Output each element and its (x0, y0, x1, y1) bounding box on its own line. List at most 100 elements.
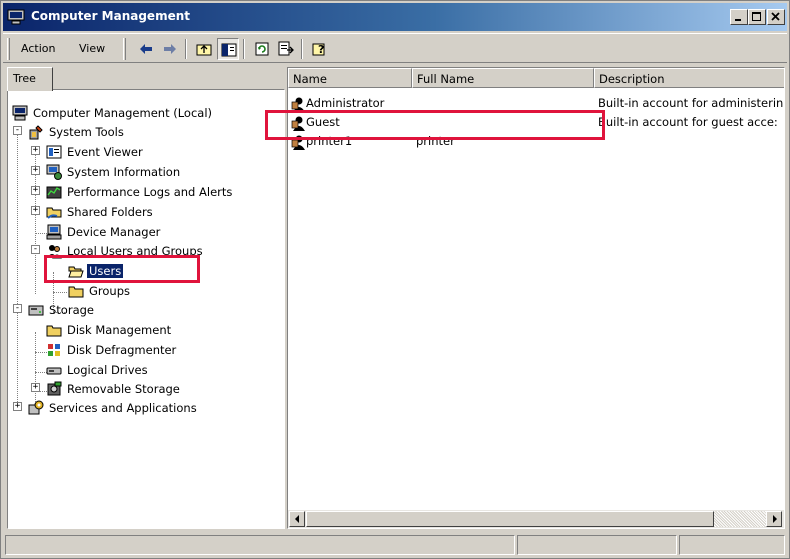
column-header-label: Full Name (417, 72, 475, 86)
export-list-icon (278, 41, 294, 56)
scroll-left-button[interactable] (289, 511, 305, 527)
folder-icon (46, 325, 62, 336)
status-bar (5, 535, 787, 555)
refresh-icon (255, 42, 269, 56)
tree-item-label: Services and Applications (49, 400, 197, 415)
tree-item-shared-folders[interactable]: Shared Folders (46, 202, 155, 220)
computer-icon (7, 9, 25, 25)
services-icon (28, 400, 44, 414)
maximize-button[interactable] (748, 9, 766, 25)
tools-icon (29, 124, 43, 139)
user-name: Administrator (306, 96, 385, 110)
status-panel-3 (679, 535, 785, 555)
event-viewer-icon (46, 145, 62, 158)
status-panel-main (5, 535, 515, 555)
toolbar-grip[interactable] (7, 38, 10, 60)
back-arrow-icon (140, 44, 152, 54)
tab-tree-label: Tree (13, 72, 36, 85)
tree-item-label: Storage (49, 302, 94, 317)
toolbar-grip-2[interactable] (123, 38, 126, 60)
column-header-description[interactable]: Description (594, 68, 784, 88)
tree-item-label: Performance Logs and Alerts (67, 184, 233, 199)
shared-folder-icon (46, 207, 62, 219)
refresh-button[interactable] (251, 38, 273, 60)
forward-button[interactable] (159, 38, 181, 60)
tree-item-system-tools[interactable]: System Tools (28, 122, 126, 140)
tab-tree[interactable]: Tree (7, 67, 53, 91)
expand-shared-folders[interactable]: + (31, 206, 40, 215)
expand-system-information[interactable]: + (31, 166, 40, 175)
tree-item-label: Computer Management (Local) (33, 105, 213, 120)
forward-arrow-icon (164, 44, 176, 54)
tree-item-removable-storage[interactable]: Removable Storage (46, 379, 182, 397)
tree-item-storage[interactable]: Storage (28, 300, 96, 318)
tree-item-computer-management[interactable]: Computer Management (Local) (12, 103, 214, 121)
scroll-right-button[interactable] (766, 511, 782, 527)
toolbar-separator-3 (301, 39, 303, 59)
tree-item-system-information[interactable]: System Information (46, 162, 182, 180)
minimize-button[interactable] (730, 9, 748, 25)
tree-item-disk-management[interactable]: Disk Management (46, 320, 173, 338)
help-icon: ? (312, 43, 325, 56)
system-information-icon (46, 164, 62, 180)
tree-item-label: System Tools (49, 124, 124, 139)
up-one-level-button[interactable] (193, 38, 215, 60)
expand-services-applications[interactable]: + (13, 402, 22, 411)
tree-item-label: Disk Defragmenter (67, 342, 177, 357)
highlight-guest-row (265, 110, 605, 140)
scroll-thumb[interactable] (306, 511, 714, 527)
tree-item-disk-defragmenter[interactable]: Disk Defragmenter (46, 340, 178, 358)
close-button[interactable] (767, 9, 785, 25)
show-hide-tree-button[interactable] (217, 38, 239, 60)
tree-item-label: Shared Folders (67, 204, 153, 219)
menu-view[interactable]: View (79, 42, 105, 55)
toolbar-separator (185, 39, 187, 59)
tree-item-device-manager[interactable]: Device Manager (46, 222, 162, 240)
scroll-track[interactable] (714, 511, 766, 527)
back-button[interactable] (135, 38, 157, 60)
folder-icon (68, 286, 84, 297)
expand-removable-storage[interactable]: + (31, 383, 40, 392)
column-header-name[interactable]: Name (288, 68, 412, 88)
removable-storage-icon (47, 381, 62, 395)
column-header-full-name[interactable]: Full Name (412, 68, 594, 88)
collapse-system-tools[interactable]: - (13, 126, 22, 135)
window-title: Computer Management (31, 9, 190, 23)
horizontal-scrollbar[interactable] (288, 510, 784, 528)
tree-item-logical-drives[interactable]: Logical Drives (46, 360, 150, 378)
status-panel-2 (517, 535, 677, 555)
expand-event-viewer[interactable]: + (31, 146, 40, 155)
tree-item-performance-logs[interactable]: Performance Logs and Alerts (46, 182, 234, 200)
tree-item-event-viewer[interactable]: Event Viewer (46, 142, 145, 160)
tree-item-label: Groups (89, 283, 131, 298)
defragmenter-icon (48, 343, 60, 356)
tree-pane: Tree Computer Management (Local) - Syste… (7, 67, 285, 529)
tree-item-label: System Information (67, 164, 181, 179)
minimize-icon (735, 19, 741, 21)
performance-icon (46, 186, 62, 198)
svg-text:?: ? (318, 43, 324, 56)
title-bar[interactable]: Computer Management (3, 3, 787, 31)
tree-item-label: Disk Management (67, 322, 172, 337)
tree-item-services-applications[interactable]: Services and Applications (28, 398, 199, 416)
close-icon (771, 12, 780, 21)
tree-item-groups[interactable]: Groups (68, 281, 132, 299)
drive-icon (46, 367, 62, 374)
left-arrow-icon (295, 515, 299, 523)
maximize-icon (752, 12, 761, 21)
export-list-button[interactable] (275, 38, 297, 60)
collapse-storage[interactable]: - (13, 304, 22, 313)
column-header-label: Description (599, 72, 665, 86)
highlight-users-folder (44, 255, 200, 283)
menu-action[interactable]: Action (21, 42, 55, 55)
storage-icon (28, 305, 44, 315)
tree-item-label: Device Manager (67, 224, 161, 239)
device-manager-icon (46, 224, 62, 239)
collapse-local-users-groups[interactable]: - (31, 245, 40, 254)
expand-performance-logs[interactable]: + (31, 186, 40, 195)
menu-action-label: Action (21, 42, 56, 55)
help-button[interactable]: ? (309, 38, 331, 60)
up-folder-icon (196, 44, 212, 56)
tree-view[interactable]: Computer Management (Local) - System Too… (7, 89, 285, 529)
toolbar-separator-2 (243, 39, 245, 59)
